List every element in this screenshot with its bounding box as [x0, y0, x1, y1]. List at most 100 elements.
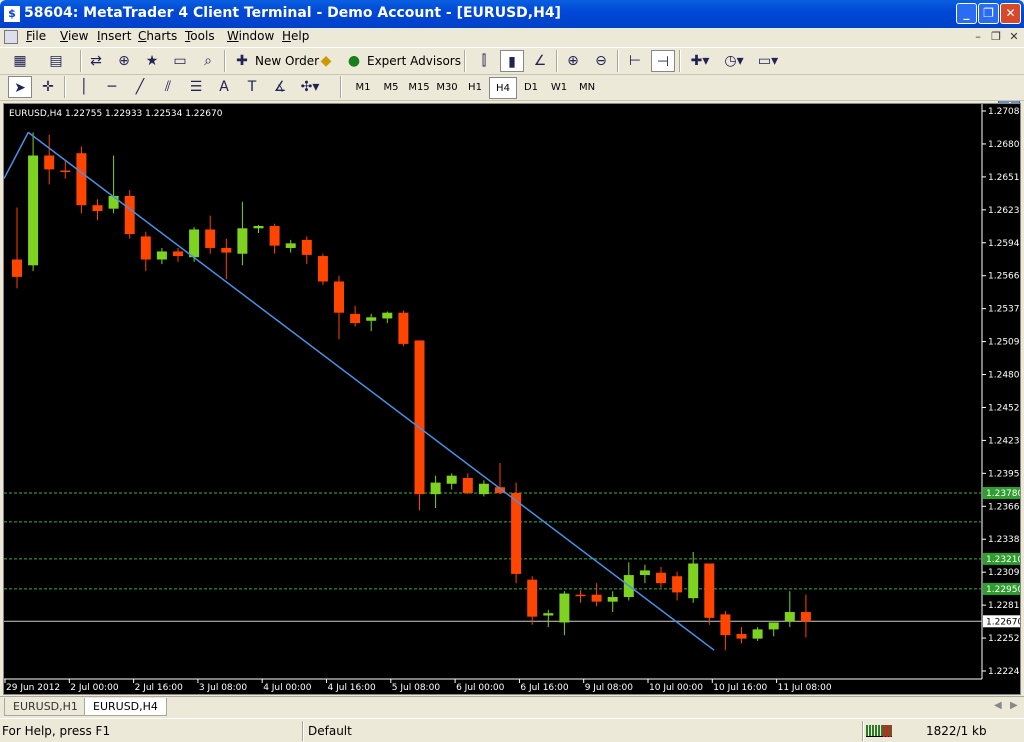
candle-body [317, 256, 328, 282]
candle-body [350, 313, 361, 324]
text-icon[interactable]: A [212, 76, 236, 98]
price-tick-label: 1.22525 [988, 634, 1020, 644]
new-order-icon[interactable]: ✚ [230, 50, 254, 72]
bar-chart-icon[interactable]: ⫿ [472, 50, 496, 72]
mdi-minimize-icon[interactable]: – [970, 29, 986, 44]
timeframe-h1[interactable]: H1 [461, 77, 489, 99]
periods-icon[interactable]: ◷▾ [722, 50, 746, 72]
title-bar: $ 58604: MetaTrader 4 Client Terminal - … [0, 0, 1024, 28]
shapes-icon[interactable]: ✣▾ [298, 76, 322, 98]
strategy-tester-icon[interactable]: ⌕ [196, 50, 220, 72]
time-tick-label: 9 Jul 08:00 [585, 683, 634, 693]
menu-window[interactable]: Window [227, 29, 274, 43]
timeframe-m15[interactable]: M15 [405, 77, 433, 99]
navigator-icon[interactable]: ★ [140, 50, 164, 72]
candle-body [543, 613, 554, 616]
timeframe-m1[interactable]: M1 [349, 77, 377, 99]
menu-view[interactable]: View [60, 29, 88, 43]
level-price-label: 1.22950 [986, 585, 1020, 595]
time-tick-label: 4 Jul 16:00 [328, 683, 377, 693]
profile-name: Default [308, 724, 352, 738]
terminal-icon[interactable]: ▭ [168, 50, 192, 72]
price-tick-label: 1.24805 [988, 371, 1020, 381]
time-tick-label: 6 Jul 16:00 [520, 683, 569, 693]
trendline-extension[interactable] [4, 132, 29, 179]
time-tick-label: 5 Jul 08:00 [392, 683, 441, 693]
zoom-out-icon[interactable]: ⊖ [589, 50, 613, 72]
chart-shift-icon[interactable]: ⊣ [651, 50, 675, 72]
candle-body [527, 579, 538, 617]
menu-help[interactable]: Help [282, 29, 309, 43]
candle-body [76, 153, 87, 206]
tab-eurusd-h1[interactable]: EURUSD,H1 [4, 698, 87, 716]
minimize-button[interactable]: _ [956, 3, 977, 24]
menu-charts[interactable]: Charts [138, 29, 177, 43]
menu-bar: File View Insert Charts Tools Window Hel… [0, 28, 1024, 46]
window-title: 58604: MetaTrader 4 Client Terminal - De… [24, 5, 561, 21]
candle-body [253, 226, 264, 229]
new-order-button[interactable]: New Order [255, 50, 319, 72]
candle-body [607, 597, 618, 602]
candle-body [173, 251, 183, 257]
traffic-counter: 1822/1 kb [926, 724, 987, 738]
new-chart-icon[interactable]: ▦ [8, 50, 32, 72]
templates-icon[interactable]: ▭▾ [756, 50, 780, 72]
time-tick-label: 10 Jul 16:00 [713, 683, 767, 693]
candle-body [575, 594, 586, 597]
chart-window[interactable]: EURUSD,H4 1.22755 1.22933 1.22534 1.2267… [3, 103, 1021, 695]
maximize-button[interactable]: ❐ [978, 3, 999, 24]
tab-scroll-left-icon[interactable]: ◀ [994, 700, 1002, 711]
trendline-icon[interactable]: ╱ [128, 76, 152, 98]
mdi-restore-icon[interactable]: ❐ [988, 29, 1004, 44]
tab-scroll-right-icon[interactable]: ▶ [1010, 700, 1018, 711]
line-chart-icon[interactable]: ∠ [528, 50, 552, 72]
menu-file[interactable]: File [26, 29, 46, 43]
app-icon[interactable]: $ [4, 6, 20, 22]
zoom-in-icon[interactable]: ⊕ [561, 50, 585, 72]
equidistant-channel-icon[interactable]: ⫽ [156, 76, 180, 98]
text-label-icon[interactable]: T [240, 76, 264, 98]
fibonacci-icon[interactable]: ☰ [184, 76, 208, 98]
candlesticks-icon[interactable]: ▮ [500, 50, 524, 72]
price-tick-label: 1.23380 [988, 535, 1020, 545]
horizontal-line-icon[interactable]: ─ [100, 76, 124, 98]
price-tick-label: 1.23095 [988, 568, 1020, 578]
expert-advisors-button[interactable]: Expert Advisors [367, 50, 461, 72]
mdi-close-icon[interactable]: ✕ [1006, 29, 1022, 44]
price-tick-label: 1.24520 [988, 403, 1020, 413]
trendline[interactable] [27, 131, 715, 651]
market-watch-icon[interactable]: ⇄ [84, 50, 108, 72]
candle-body [108, 195, 119, 209]
timeframe-w1[interactable]: W1 [545, 77, 573, 99]
timeframe-m5[interactable]: M5 [377, 77, 405, 99]
timeframe-m30[interactable]: M30 [433, 77, 461, 99]
time-tick-label: 11 Jul 08:00 [778, 683, 832, 693]
indicators-icon[interactable]: ✚▾ [688, 50, 712, 72]
candle-body [591, 594, 602, 602]
data-window-icon[interactable]: ⊕ [112, 50, 136, 72]
price-tick-label: 1.24235 [988, 436, 1020, 446]
price-chart[interactable]: EURUSD,H4 1.22755 1.22933 1.22534 1.2267… [4, 104, 1020, 694]
crosshair-icon[interactable]: ✛ [36, 76, 60, 98]
candle-body [366, 317, 377, 321]
metaeditor-icon[interactable]: ◆ [314, 50, 338, 72]
menu-tools[interactable]: Tools [185, 29, 215, 43]
chart-header: EURUSD,H4 1.22755 1.22933 1.22534 1.2267… [9, 109, 223, 119]
price-tick-label: 1.25090 [988, 338, 1020, 348]
cursor-icon[interactable]: ➤ [8, 76, 32, 98]
arrows-icon[interactable]: ∡ [268, 76, 292, 98]
menu-insert[interactable]: Insert [97, 29, 131, 43]
timeframe-mn[interactable]: MN [573, 77, 601, 99]
toolbar-separator [617, 50, 619, 72]
profiles-icon[interactable]: ▤ [44, 50, 68, 72]
timeframe-d1[interactable]: D1 [517, 77, 545, 99]
price-tick-label: 1.25375 [988, 305, 1020, 315]
tab-eurusd-h4[interactable]: EURUSD,H4 [84, 698, 167, 716]
vertical-line-icon[interactable]: │ [72, 76, 96, 98]
timeframe-h4[interactable]: H4 [489, 77, 517, 99]
candle-body [672, 576, 683, 593]
document-icon[interactable] [4, 30, 18, 44]
auto-scroll-icon[interactable]: ⊢ [623, 50, 647, 72]
expert-advisors-icon[interactable]: ● [342, 50, 366, 72]
close-button[interactable]: ✕ [1000, 3, 1021, 24]
